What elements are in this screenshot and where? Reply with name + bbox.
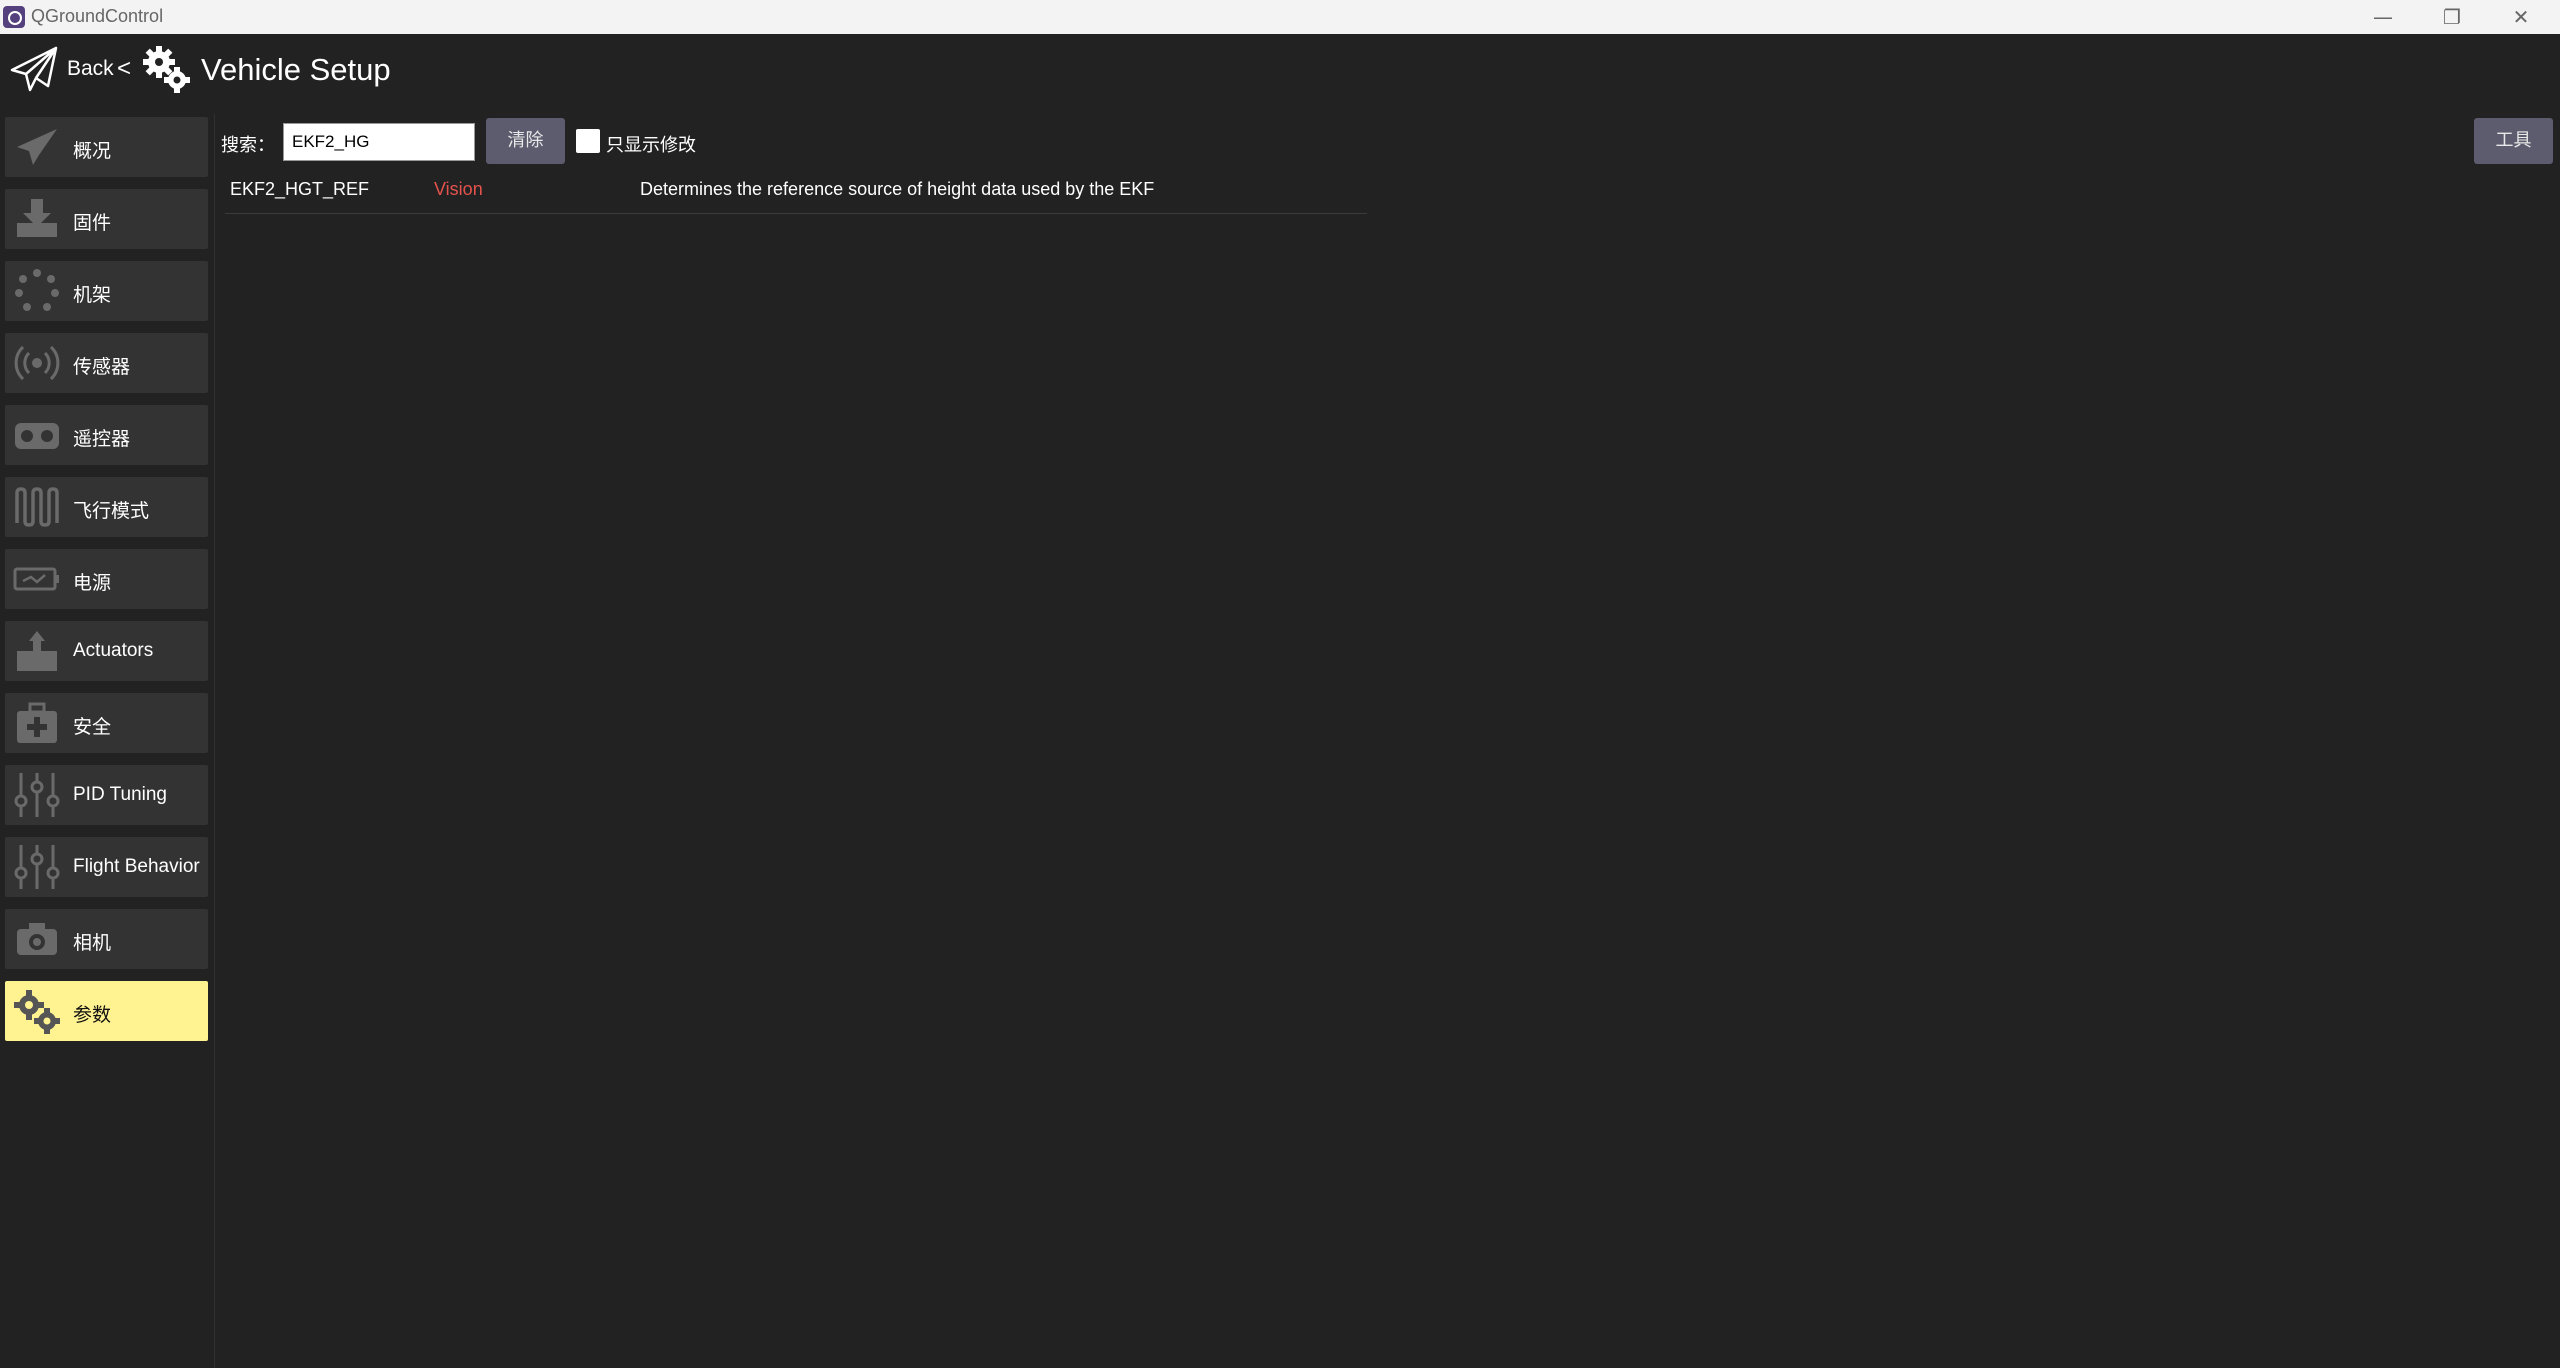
- minimize-button[interactable]: —: [2349, 0, 2417, 34]
- sidebar-item-pid-tuning[interactable]: PID Tuning: [5, 765, 208, 825]
- clear-button[interactable]: 清除: [486, 118, 565, 164]
- qgc-app-icon: [3, 6, 25, 28]
- sidebar: 概况 固件 机架 传感器 遥控器 飞行模式 电源 Actuators 安全 PI…: [0, 114, 215, 1368]
- search-input[interactable]: [283, 123, 475, 161]
- sidebar-item-label: Flight Behavior: [73, 856, 200, 877]
- param-value: Vision: [434, 179, 483, 199]
- gears-icon: [143, 46, 190, 93]
- sidebar-item-summary[interactable]: 概况: [5, 117, 208, 177]
- sensor-signal-icon: [14, 345, 60, 381]
- camera-icon: [17, 923, 57, 955]
- paper-plane-icon: [17, 129, 57, 165]
- maximize-button[interactable]: ❐: [2418, 0, 2486, 34]
- sliders-icon: [14, 845, 60, 889]
- download-tray-icon: [17, 199, 57, 237]
- breadcrumb-separator: <: [117, 55, 132, 82]
- sidebar-item-label: 机架: [73, 285, 112, 306]
- sidebar-item-label: 飞行模式: [73, 501, 150, 522]
- close-button[interactable]: ✕: [2487, 0, 2555, 34]
- sidebar-item-label: 电源: [73, 573, 112, 594]
- param-description: Determines the reference source of heigh…: [640, 179, 1155, 199]
- sidebar-item-safety[interactable]: 安全: [5, 693, 208, 753]
- first-aid-kit-icon: [17, 702, 57, 743]
- sidebar-item-radio[interactable]: 遥控器: [5, 405, 208, 465]
- sidebar-item-sensors[interactable]: 传感器: [5, 333, 208, 393]
- sidebar-item-label: 固件: [73, 213, 112, 234]
- sidebar-item-flight-behavior[interactable]: Flight Behavior: [5, 837, 208, 897]
- sidebar-item-parameters[interactable]: 参数: [5, 981, 208, 1041]
- sidebar-item-power[interactable]: 电源: [5, 549, 208, 609]
- table-row[interactable]: EKF2_HGT_REF Vision Determines the refer…: [225, 170, 1367, 214]
- sidebar-item-label: 概况: [73, 141, 112, 162]
- tools-button[interactable]: 工具: [2474, 118, 2553, 164]
- sidebar-item-label: Actuators: [73, 640, 154, 661]
- radio-controller-icon: [15, 423, 59, 449]
- back-button[interactable]: Back: [67, 57, 114, 81]
- page-title: Vehicle Setup: [201, 52, 391, 87]
- param-name: EKF2_HGT_REF: [230, 179, 370, 199]
- window-title: QGroundControl: [31, 6, 164, 26]
- airframe-dots-icon: [15, 269, 59, 311]
- show-modified-only-checkbox[interactable]: [576, 129, 600, 153]
- sidebar-item-flight-modes[interactable]: 飞行模式: [5, 477, 208, 537]
- sidebar-item-firmware[interactable]: 固件: [5, 189, 208, 249]
- sidebar-item-camera[interactable]: 相机: [5, 909, 208, 969]
- sidebar-item-label: 相机: [73, 933, 112, 954]
- sidebar-item-actuators[interactable]: Actuators: [5, 621, 208, 681]
- wave-icon: [15, 487, 59, 527]
- show-modified-only-label: 只显示修改: [606, 135, 696, 156]
- sliders-icon: [14, 773, 60, 817]
- actuator-icon: [17, 631, 57, 671]
- search-label: 搜索：: [221, 135, 275, 156]
- paper-plane-icon[interactable]: [8, 44, 60, 96]
- window-title-bar: QGroundControl — ❐ ✕: [0, 0, 2560, 34]
- sidebar-item-label: PID Tuning: [73, 784, 167, 805]
- sidebar-item-label: 遥控器: [73, 429, 131, 450]
- sidebar-item-label: 安全: [73, 717, 112, 738]
- sidebar-item-label: 传感器: [73, 357, 131, 378]
- battery-icon: [13, 567, 59, 591]
- gears-icon: [14, 990, 60, 1034]
- sidebar-item-label: 参数: [73, 1005, 112, 1026]
- sidebar-item-airframe[interactable]: 机架: [5, 261, 208, 321]
